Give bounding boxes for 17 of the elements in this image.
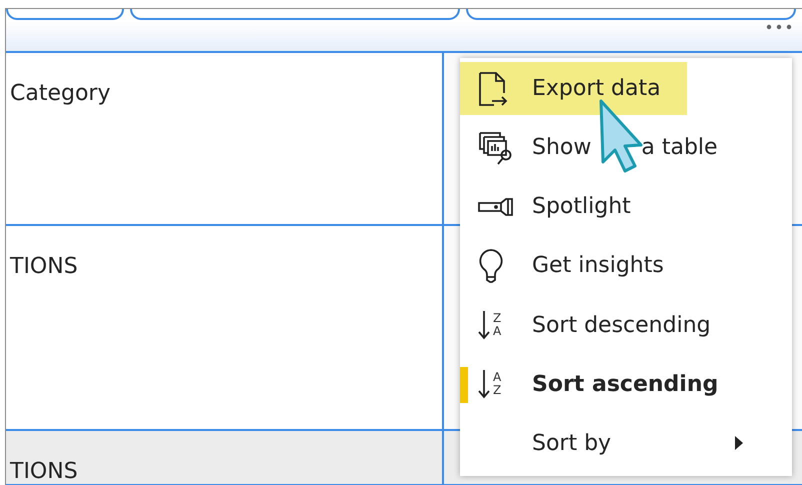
table-cell: TIONS	[6, 226, 444, 431]
menu-item[interactable]: Spotlight	[460, 180, 657, 234]
table-cell: Category	[6, 53, 444, 226]
menu-item[interactable]: Sort by	[460, 416, 792, 470]
menu-item[interactable]: Show a table	[460, 121, 744, 174]
flashlight-icon	[478, 196, 514, 217]
menu-item[interactable]: Z A Sort descending	[460, 298, 737, 352]
menu-item[interactable]: Get insights	[460, 239, 690, 293]
more-options-icon[interactable]	[766, 24, 792, 30]
menu-item[interactable]: Export data	[460, 62, 687, 116]
menu-item[interactable]: A Z Sort ascending	[460, 358, 744, 411]
table-view-icon	[478, 130, 514, 165]
lightbulb-icon	[478, 248, 504, 284]
table-cell: TIONS	[6, 431, 444, 485]
export-icon	[478, 70, 508, 107]
submenu-arrow-icon	[734, 435, 744, 452]
cursor-icon	[598, 98, 644, 174]
